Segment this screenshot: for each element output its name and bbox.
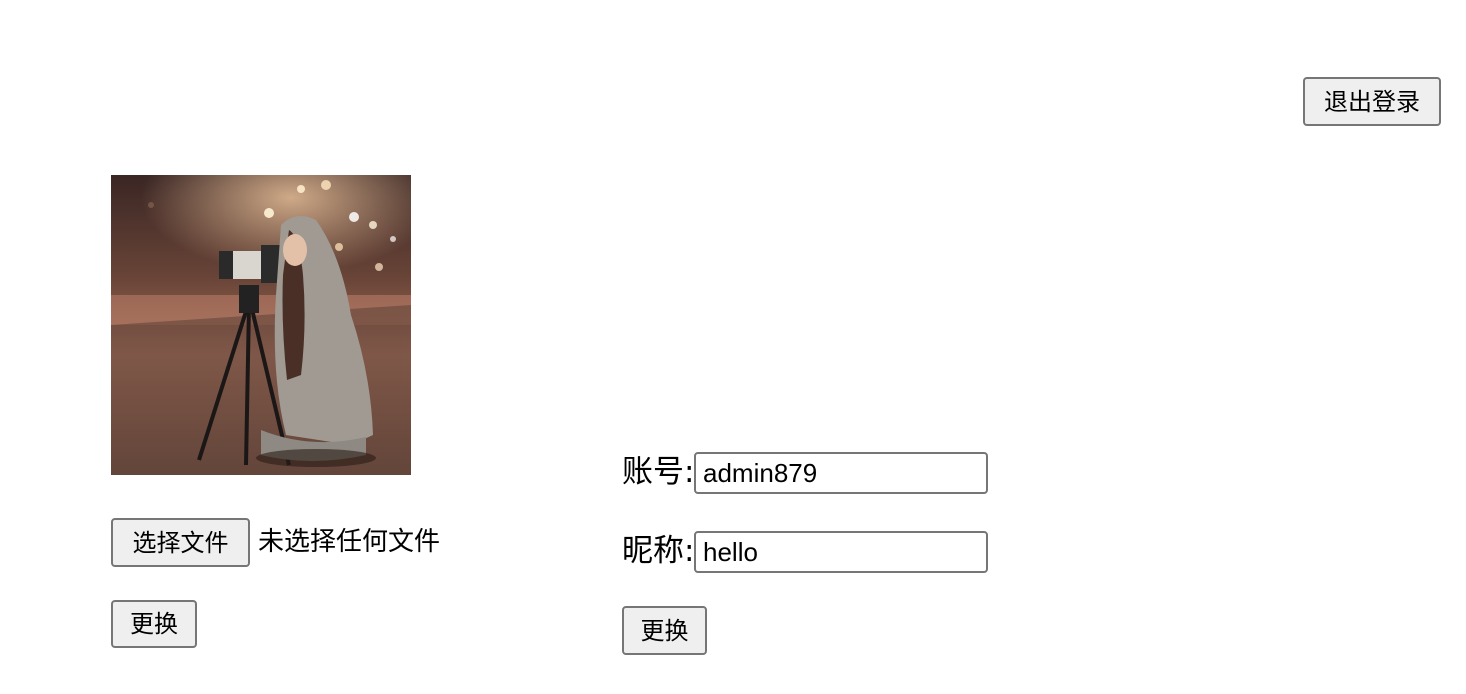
logout-button[interactable]: 退出登录	[1303, 77, 1441, 126]
account-label: 账号:	[622, 454, 695, 490]
avatar-replace-button[interactable]: 更换	[111, 600, 197, 648]
nickname-label: 昵称:	[622, 533, 695, 569]
nickname-input[interactable]	[694, 531, 988, 573]
profile-page: 退出登录 选择文件 未选择任何文件 更换 账号: admin879 昵称: he…	[0, 0, 1466, 694]
account-input[interactable]	[694, 452, 988, 494]
avatar-image	[111, 175, 411, 475]
profile-replace-button[interactable]: 更换	[622, 606, 707, 655]
choose-file-button[interactable]: 选择文件	[111, 518, 250, 567]
file-status-text: 未选择任何文件	[258, 527, 441, 557]
